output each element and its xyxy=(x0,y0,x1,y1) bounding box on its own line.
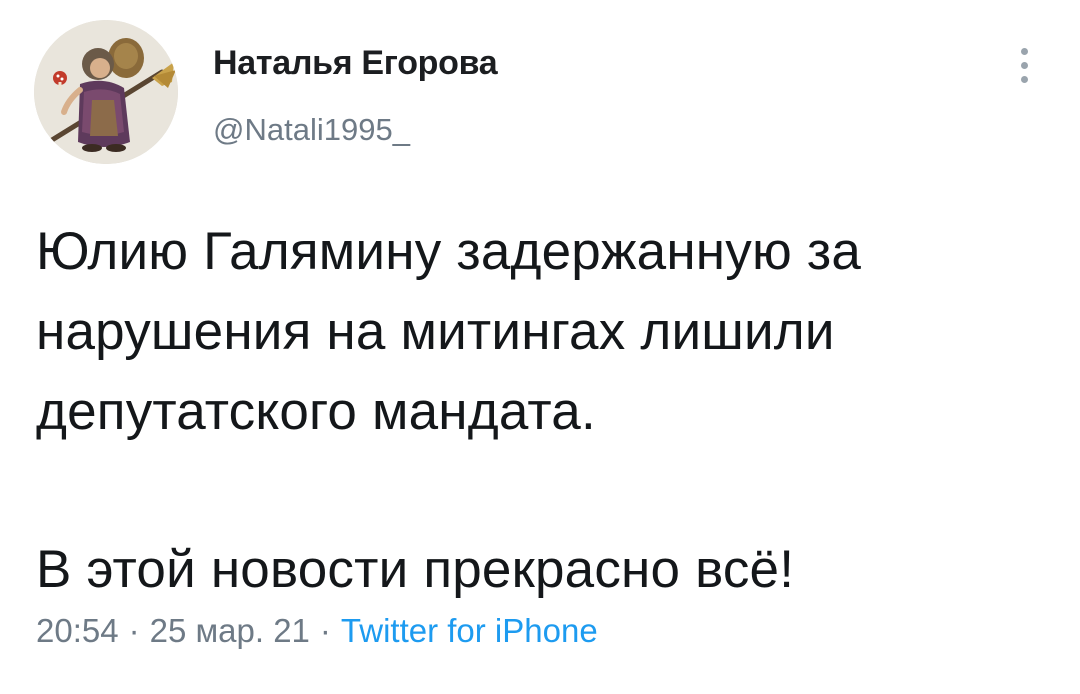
more-dot xyxy=(1021,48,1028,55)
more-vertical-icon[interactable] xyxy=(1012,46,1038,86)
meta-separator: · xyxy=(319,612,331,649)
more-dot xyxy=(1021,76,1028,83)
tweet-card: Наталья Егорова @Natali1995_ Юлию Галями… xyxy=(0,0,1080,694)
tweet-source-link[interactable]: Twitter for iPhone xyxy=(341,612,598,649)
tweet-paragraph: В этой новости прекрасно всё! xyxy=(36,540,795,599)
author-handle[interactable]: @Natali1995_ xyxy=(213,112,410,148)
tweet-meta: 20:54 · 25 мар. 21 · Twitter for iPhone xyxy=(36,612,598,650)
avatar-illustration-icon xyxy=(34,20,178,164)
tweet-text: Юлию Галямину задержанную за нарушения н… xyxy=(36,212,1056,610)
author-display-name[interactable]: Наталья Егорова xyxy=(213,44,498,83)
avatar[interactable] xyxy=(34,20,178,164)
tweet-time[interactable]: 20:54 xyxy=(36,612,119,649)
meta-separator: · xyxy=(128,612,140,649)
tweet-paragraph: Юлию Галямину задержанную за нарушения н… xyxy=(36,222,862,441)
tweet-date[interactable]: 25 мар. 21 xyxy=(150,612,310,649)
more-dot xyxy=(1021,62,1028,69)
